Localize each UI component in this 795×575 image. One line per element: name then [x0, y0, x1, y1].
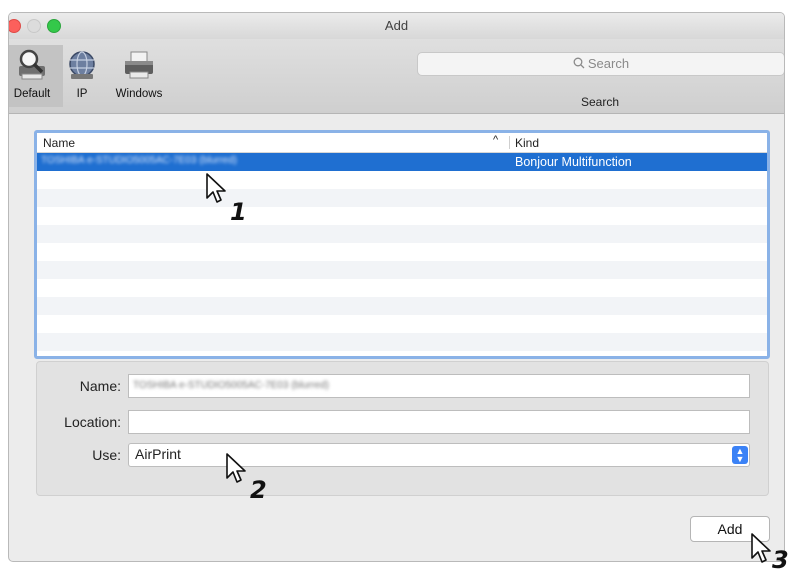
location-label: Location: [64, 414, 121, 430]
toolbar-ip-button[interactable]: IP [67, 45, 97, 107]
table-row-empty [37, 189, 767, 207]
add-printer-window: Add Default IP Windows Search Search Nam… [8, 12, 785, 562]
title-bar: Add [9, 13, 784, 39]
name-field[interactable]: TOSHIBA e-STUDIO5005AC-7E03 (blurred) [128, 374, 750, 398]
callout-2: 2 [250, 476, 267, 504]
name-label: Name: [79, 378, 121, 394]
use-label: Use: [92, 447, 121, 463]
chevron-up-down-icon[interactable]: ▲ ▼ [732, 446, 748, 464]
use-popup-value: AirPrint [135, 446, 181, 462]
table-row-empty [37, 171, 767, 189]
location-field[interactable] [128, 410, 750, 434]
table-row-empty [37, 297, 767, 315]
pointer-cursor-icon [751, 533, 771, 563]
table-row-empty [37, 207, 767, 225]
table-row-empty [37, 315, 767, 333]
table-row-empty [37, 261, 767, 279]
sort-ascending-icon: ^ [493, 134, 499, 146]
magnifier-printer-icon [19, 49, 45, 80]
pointer-cursor-icon [206, 173, 226, 203]
column-header-name[interactable]: Name [43, 136, 75, 150]
table-row-empty [37, 225, 767, 243]
printer-kind-cell: Bonjour Multifunction [515, 155, 632, 169]
column-header-kind[interactable]: Kind [515, 136, 539, 150]
toolbar-windows-label: Windows [115, 88, 163, 100]
globe-icon [69, 51, 95, 79]
toolbar-windows-button[interactable]: Windows [109, 45, 169, 107]
callout-3: 3 [772, 546, 789, 574]
list-header: Name ^ Kind [37, 133, 767, 153]
table-row-empty [37, 333, 767, 351]
column-divider [509, 136, 510, 149]
toolbar-default-label: Default [13, 88, 51, 100]
pointer-cursor-icon [226, 453, 246, 483]
toolbar: Default IP Windows Search Search [9, 39, 784, 114]
printer-details-form: Name: TOSHIBA e-STUDIO5005AC-7E03 (blurr… [36, 361, 769, 496]
window-title: Add [384, 18, 409, 33]
search-placeholder: Search [587, 56, 630, 71]
table-row-empty [37, 243, 767, 261]
use-popup[interactable]: AirPrint ▲ ▼ [128, 443, 750, 467]
callout-1: 1 [230, 198, 247, 226]
search-icon [573, 57, 585, 69]
search-field[interactable]: Search [417, 52, 784, 76]
toolbar-ip-label: IP [76, 88, 88, 100]
printer-name-cell: TOSHIBA e-STUDIO5005AC-7E03 (blurred) [41, 155, 238, 166]
table-row-empty [37, 279, 767, 297]
search-caption: Search [580, 95, 620, 109]
toolbar-default-button[interactable]: Default [9, 45, 63, 107]
name-field-value: TOSHIBA e-STUDIO5005AC-7E03 (blurred) [133, 380, 330, 391]
printer-list[interactable]: Name ^ Kind TOSHIBA e-STUDIO5005AC-7E03 … [34, 130, 770, 359]
table-row[interactable]: TOSHIBA e-STUDIO5005AC-7E03 (blurred) Bo… [37, 153, 767, 171]
printer-icon [125, 51, 153, 79]
